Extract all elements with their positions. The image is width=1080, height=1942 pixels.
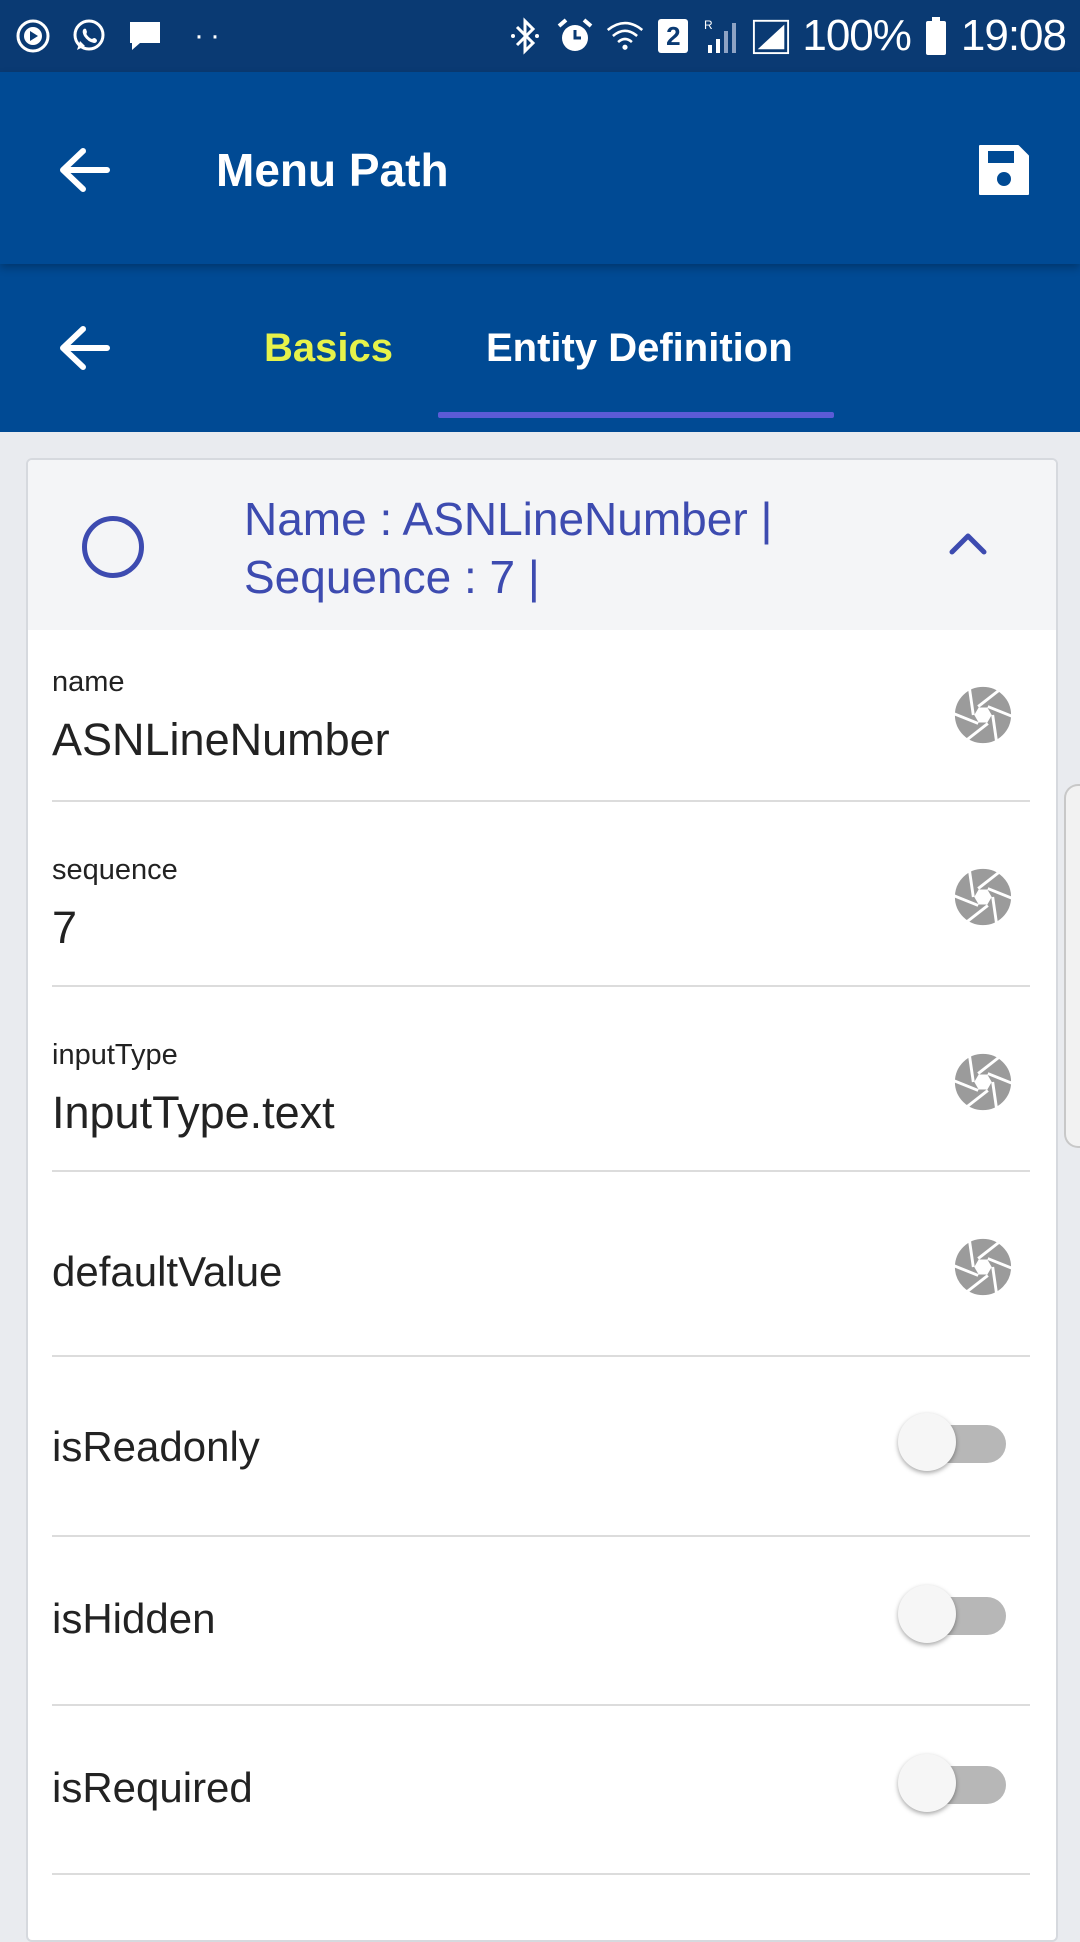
signal-icon: [752, 17, 790, 55]
bluetooth-icon: [506, 17, 544, 55]
entity-field-card: Name : ASNLineNumber | Sequence : 7 | na…: [26, 458, 1058, 1942]
toggle-label: isRequired: [52, 1764, 253, 1811]
field-label: name: [52, 666, 125, 698]
field-label: defaultValue: [52, 1248, 283, 1295]
app-bar: Menu Path: [0, 72, 1080, 264]
save-button[interactable]: [972, 138, 1036, 202]
field-value[interactable]: InputType.text: [52, 1087, 335, 1139]
isrequired-switch[interactable]: [898, 1750, 1008, 1812]
status-bar-system: 2 R 100% 19:08: [506, 11, 1067, 60]
back-button[interactable]: [52, 138, 116, 202]
aperture-icon[interactable]: [952, 866, 1014, 928]
field-row-inputtype[interactable]: inputType InputType.text: [52, 987, 1030, 1172]
svg-text:R: R: [704, 18, 713, 32]
aperture-icon[interactable]: [952, 1236, 1014, 1298]
status-bar: ·· 2 R 100% 19:08: [0, 0, 1080, 72]
toggle-row-isreadonly: isReadonly: [52, 1357, 1030, 1537]
field-row-name[interactable]: name ASNLineNumber: [52, 630, 1030, 802]
field-row-defaultvalue[interactable]: defaultValue: [52, 1172, 1030, 1357]
arrow-left-icon: [60, 326, 110, 370]
signal-roaming-icon: R: [702, 17, 740, 55]
status-bar-notifications: ··: [14, 12, 226, 60]
circle-icon[interactable]: [82, 516, 144, 578]
wifi-icon: [606, 17, 644, 55]
battery-percent: 100%: [802, 11, 912, 60]
aperture-icon[interactable]: [952, 1051, 1014, 1113]
play-circle-icon: [14, 17, 52, 55]
active-tab-indicator: [438, 412, 834, 418]
toggle-row-isrequired: isRequired: [52, 1706, 1030, 1875]
field-value[interactable]: 7: [52, 902, 77, 954]
page-title: Menu Path: [216, 144, 449, 196]
card-header[interactable]: Name : ASNLineNumber | Sequence : 7 |: [28, 460, 1056, 630]
whatsapp-icon: [70, 17, 108, 55]
tab-bar: Basics Entity Definition: [0, 264, 1080, 432]
save-icon: [979, 145, 1029, 195]
field-label: sequence: [52, 854, 178, 886]
isreadonly-switch[interactable]: [898, 1409, 1008, 1471]
toggle-label: isHidden: [52, 1595, 216, 1642]
tab-entity-definition[interactable]: Entity Definition: [486, 312, 793, 384]
clock: 19:08: [960, 11, 1067, 60]
aperture-icon[interactable]: [952, 684, 1014, 746]
ishidden-switch[interactable]: [898, 1581, 1008, 1643]
field-value[interactable]: ASNLineNumber: [52, 714, 390, 766]
tab-back-button[interactable]: [52, 316, 116, 380]
tab-basics[interactable]: Basics: [264, 312, 393, 384]
arrow-left-icon: [60, 148, 110, 192]
switch-knob: [898, 1413, 956, 1471]
sim-2-label: 2: [658, 19, 689, 53]
battery-icon: [923, 17, 949, 55]
alarm-icon: [556, 17, 594, 55]
switch-knob: [898, 1754, 956, 1812]
field-row-sequence[interactable]: sequence 7: [52, 802, 1030, 987]
field-label: inputType: [52, 1039, 178, 1071]
chevron-up-icon[interactable]: [946, 522, 990, 566]
message-icon: [126, 17, 164, 55]
sim-2-icon: 2: [656, 17, 690, 55]
more-notifications-indicator: ··: [194, 19, 226, 52]
edge-panel-handle[interactable]: [1064, 784, 1080, 1148]
header-name-line: Name : ASNLineNumber |: [244, 493, 773, 545]
switch-knob: [898, 1585, 956, 1643]
card-header-summary: Name : ASNLineNumber | Sequence : 7 |: [244, 490, 894, 606]
toggle-row-ishidden: isHidden: [52, 1537, 1030, 1706]
header-sequence-line: Sequence : 7 |: [244, 551, 540, 603]
toggle-label: isReadonly: [52, 1423, 260, 1470]
